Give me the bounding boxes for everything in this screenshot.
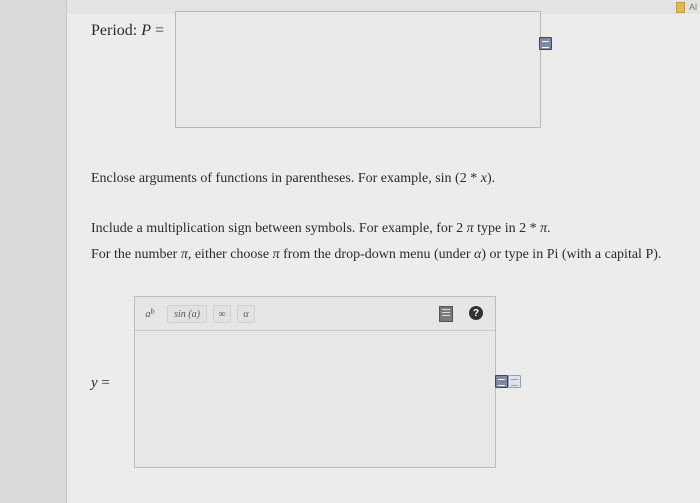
help-icon[interactable]: ? [469,306,483,320]
math-editor-icon[interactable] [495,375,508,388]
y-math-editor: ab sin (a) ∞ α ? [134,296,496,468]
y-answer-input[interactable] [135,331,495,467]
period-answer-field[interactable] [175,11,552,128]
instruction-2-pi: π [466,221,474,236]
question-page: Al Period: P = Enclose arguments of func… [66,0,700,503]
instruction-line-1: Enclose arguments of functions in parent… [91,171,495,187]
instruction-3-end: ) or type in Pi (with a capital P). [481,247,662,262]
instruction-line-3: For the number π, either choose π from t… [91,247,661,263]
y-equals: = [101,375,110,391]
period-label: Period: P = [91,22,164,40]
instruction-3-text: For the number [91,247,181,262]
editor-toolbar: ab sin (a) ∞ α ? [135,297,495,331]
math-editor-icon[interactable] [539,37,552,50]
y-label: y = [91,375,110,392]
instruction-3-mid1: , either choose [187,247,273,262]
y-variable: y [91,375,98,391]
period-label-text: Period: [91,22,138,39]
period-equals: = [155,22,165,39]
power-exp: b [150,306,155,316]
corner-badge: Al [670,0,700,14]
instruction-2-text: Include a multiplication sign between sy… [91,221,467,236]
instruction-3-pi: π [180,247,188,262]
infinity-button[interactable]: ∞ [213,305,231,323]
corner-text: Al [688,2,697,12]
instruction-1-end: ). [486,171,496,186]
instruction-2-end: . [547,221,551,236]
instruction-line-2: Include a multiplication sign between sy… [91,221,551,237]
instruction-1-text: Enclose arguments of functions in parent… [91,171,481,186]
instruction-2-mid: type in 2 * [473,221,541,236]
sin-button[interactable]: sin (a) [167,305,207,323]
instruction-3-mid2: from the drop-down menu (under [279,247,475,262]
instruction-3-pi2: π [272,247,280,262]
preview-icon[interactable] [508,375,521,388]
bookmark-icon [675,1,685,13]
alpha-dropdown-button[interactable]: α [237,305,255,323]
period-variable: P [141,22,151,39]
keyboard-icon[interactable] [439,306,453,322]
power-button[interactable]: ab [141,305,159,323]
